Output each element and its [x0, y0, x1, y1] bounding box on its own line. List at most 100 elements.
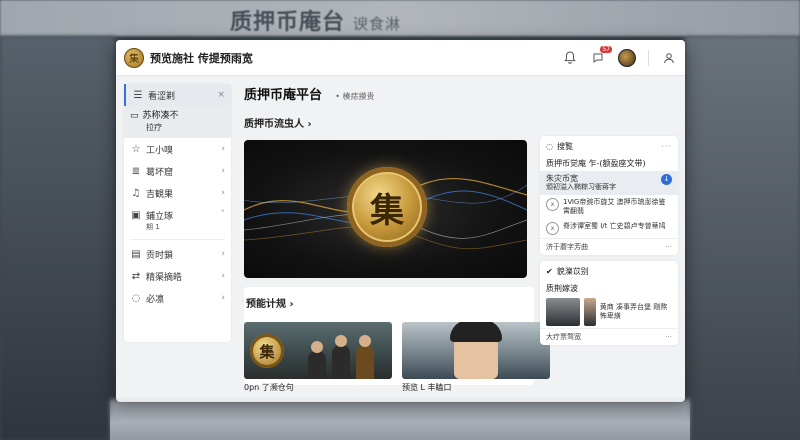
sidebar-item-6[interactable]: ◌ 必凛 ›: [124, 287, 231, 309]
sidebar-item-label: 鋪立琢: [146, 211, 174, 222]
download-icon[interactable]: ↓: [661, 174, 672, 185]
thumbnail-image: [546, 298, 581, 326]
hero-section-title: 质押币流虫人: [244, 119, 304, 130]
chat-bubble-icon: ◌: [131, 292, 141, 304]
page-tag[interactable]: • 楱痣摸贵: [335, 92, 374, 101]
background-title: 质押币庵台 谀食淋: [230, 4, 401, 36]
sidebar-item-1[interactable]: ≣ 葛坏窟 ›: [124, 160, 231, 182]
sidebar-item-label: 精渠摘皓: [146, 272, 183, 283]
chat-icon[interactable]: 57: [590, 45, 612, 66]
sidebar: ☰ 看涩剃 × ▭ 苏称凑不 拉疗 ☆ 工小嗅 › ≣ 葛坏窟 › ♫ 吉観果 ›…: [124, 84, 231, 342]
more-icon[interactable]: ···: [665, 243, 672, 251]
right-panel: ◌ 搜覧 ··· 质押币觉庵 乍-(额盈座文带) 朱灾币宽 頒初溢入椭粽习衝蒋字…: [540, 136, 678, 345]
panel-header: ✔ 貌濼苡别: [540, 261, 678, 281]
plans-heading[interactable]: 预能计规 ›: [244, 295, 534, 310]
card-label: 预览 L 丰瞌口: [402, 383, 452, 392]
fog-overlay: [110, 396, 690, 440]
divider: [130, 239, 225, 240]
list-item[interactable]: 朱灾币宽 頒初溢入椭粽习衝蒋字 ↓: [540, 171, 678, 195]
sidebar-subitem-caption: 拉疗: [146, 123, 162, 132]
panel-title: 貌濼苡别: [556, 266, 589, 276]
list-icon: ≣: [131, 165, 141, 177]
avatar[interactable]: [618, 48, 636, 67]
background-title-suffix: 谀食淋: [353, 15, 402, 33]
sidebar-item-4[interactable]: ▤ 贡时鎖 ›: [124, 243, 231, 265]
sidebar-item-label: 吉観果: [146, 189, 174, 200]
star-icon: ☆: [131, 143, 141, 155]
sidebar-subitem[interactable]: ▭ 苏称凑不 拉疗: [124, 106, 231, 138]
chevron-right-icon: ›: [221, 271, 225, 281]
notification-badge: 57: [600, 45, 612, 53]
card-item[interactable]: 预览 L 丰瞌口: [402, 322, 550, 393]
check-icon: ✔: [546, 266, 553, 276]
menu-icon: ☰: [133, 89, 143, 101]
sidebar-subitem-title: ▭ 苏称凑不: [130, 110, 225, 122]
sidebar-item-3[interactable]: ▣ 鋪立琢 ˇ: [124, 204, 231, 226]
plans-panel: 预能计规 › 集 0pn 了濒仓句 预览 L 丰瞌口: [244, 287, 550, 392]
chevron-down-icon: ˇ: [220, 210, 226, 220]
chevron-right-icon: ›: [221, 249, 225, 259]
background-right: [685, 36, 800, 440]
plans-heading-title: 预能计规: [246, 299, 286, 310]
bell-icon[interactable]: [562, 50, 578, 66]
app-window: 集 预览施社 传提预雨宽 57 ☰ 看涩剃 × ▭ 苏称凑不 拉疗 ☆ 工小嗅 …: [116, 40, 685, 402]
list-item[interactable]: x 1ⅥG帝豌币旋艾 澳押币琉澎徐鉴霄翻翡: [540, 195, 678, 219]
thumbnail-image: [584, 298, 596, 326]
topbar-actions: 57: [562, 45, 677, 67]
coin-emblem: 集: [347, 167, 427, 247]
more-icon[interactable]: ···: [665, 333, 672, 341]
chevron-right-icon: ›: [307, 119, 312, 130]
list-item-title: 朱灾币宽: [546, 174, 578, 183]
sidebar-item-0[interactable]: ☆ 工小嗅 ›: [124, 138, 231, 160]
hero-section-heading[interactable]: 质押币流虫人 ›: [244, 115, 534, 130]
sidebar-item-label: 工小嗅: [146, 145, 174, 156]
card-item[interactable]: 集 0pn 了濒仓句: [244, 322, 392, 393]
book-icon: ▣: [131, 209, 141, 221]
thumbnail-caption: 黄商 凑事弄台堡 剛熬怖卑熿: [599, 303, 668, 320]
panel-footer[interactable]: 大疗票骛宽 ···: [540, 328, 678, 345]
chevron-right-icon: ›: [221, 188, 225, 198]
chat-bubble-icon: ◌: [546, 141, 553, 151]
hero-banner[interactable]: 集: [244, 140, 527, 278]
chevron-right-icon: ›: [221, 166, 225, 176]
card-list: 集 0pn 了濒仓句 预览 L 丰瞌口: [244, 322, 550, 393]
search-panel: ◌ 搜覧 ··· 质押币觉庵 乍-(额盈座文带) 朱灾币宽 頒初溢入椭粽习衝蒋字…: [540, 136, 678, 255]
more-icon[interactable]: ···: [661, 142, 672, 151]
sidebar-subitem-title-text: 苏称凑不: [142, 111, 179, 121]
app-logo[interactable]: 集: [124, 47, 144, 68]
list-item-text: 1ⅥG帝豌币旋艾 澳押币琉澎徐鉴霄翻翡: [563, 198, 666, 215]
doc-icon: ▭: [130, 111, 139, 121]
list-item-text: 頒初溢入椭粽习衝蒋字: [546, 183, 616, 191]
sidebar-item-2[interactable]: ♫ 吉観果 ›: [124, 182, 231, 204]
card-label: 0pn 了濒仓句: [244, 383, 294, 392]
sidebar-item-active[interactable]: ☰ 看涩剃 ×: [124, 84, 231, 106]
person-figure: [332, 335, 350, 379]
music-icon: ♫: [131, 187, 141, 199]
sidebar-item-label: 葛坏窟: [146, 167, 174, 178]
panel-title: 搜覧: [556, 141, 573, 151]
card-image: 集: [244, 322, 392, 379]
panel-footer-label: 大疗票骛宽: [546, 333, 581, 341]
panel-footer[interactable]: 济于蘑字芳曲 ···: [540, 238, 678, 255]
sidebar-item-label: 必凛: [146, 294, 165, 305]
user-icon[interactable]: [661, 50, 677, 66]
calendar-icon: ▤: [131, 248, 141, 260]
panel-headline: 质押币觉庵 乍-(额盈座文带): [546, 159, 646, 168]
background-left: [0, 36, 115, 440]
info-icon: x: [546, 222, 559, 235]
sidebar-item-5[interactable]: ⇄ 精渠摘皓 ›: [124, 265, 231, 287]
sidebar-item-label: 看涩剃: [148, 91, 176, 102]
chevron-right-icon: ›: [221, 144, 225, 154]
person-figure: [356, 335, 374, 379]
person-figure: [308, 341, 326, 379]
main-content: 质押币庵平台 • 楱痣摸贵 质押币流虫人 › 集 预能计规 › 集 0pn 了濒…: [244, 84, 550, 392]
page-tag-text: 楱痣摸贵: [342, 92, 375, 101]
card-image: [402, 322, 550, 379]
close-icon[interactable]: ×: [217, 90, 225, 100]
page-title: 质押币庵平台: [244, 88, 323, 103]
list-item[interactable]: x 脊涉谭室蜀 I/t 亡史碧卢专曽蒂鸠: [540, 219, 678, 238]
panel-footer-label: 济于蘑字芳曲: [546, 243, 588, 251]
thumbnail-row[interactable]: 黄商 凑事弄台堡 剛熬怖卑熿: [540, 296, 678, 328]
app-name: 预览施社 传提预雨宽: [150, 51, 253, 65]
character-portrait: [450, 322, 502, 379]
